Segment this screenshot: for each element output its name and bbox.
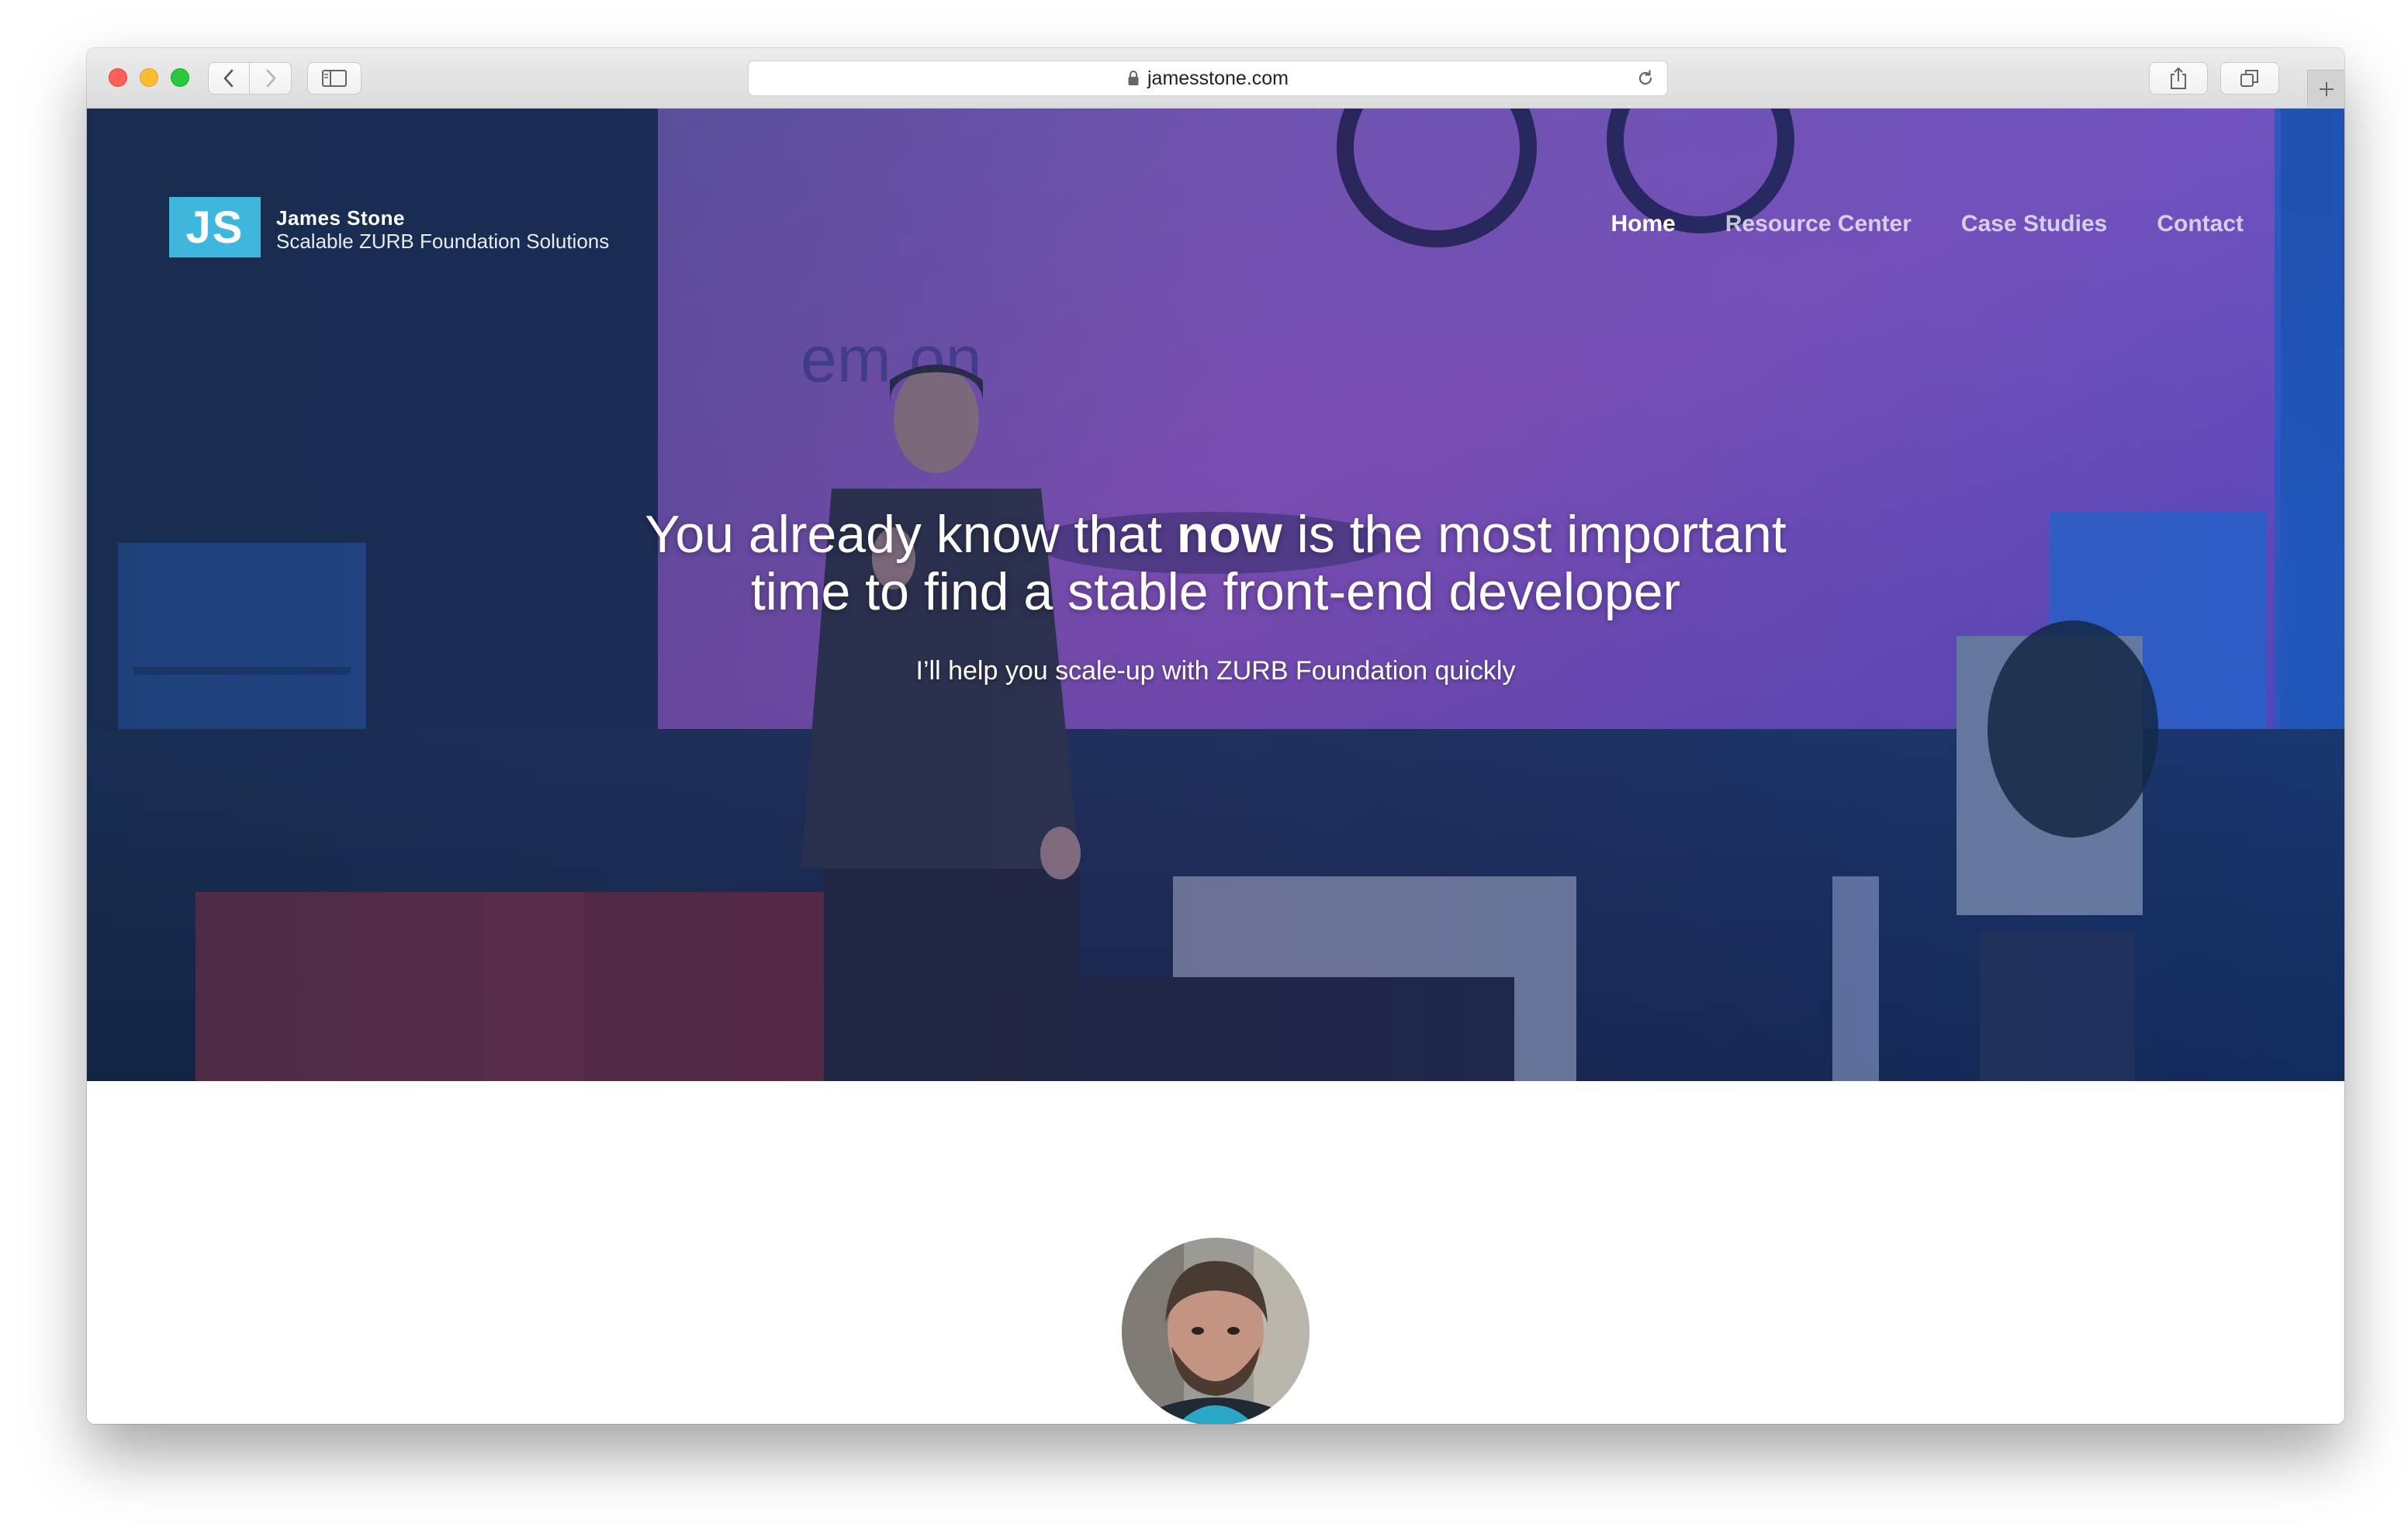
tabs-icon [2240,70,2258,87]
share-icon [2171,67,2186,89]
nav-item-home[interactable]: Home [1611,211,1675,237]
hero-subheadline: I’ll help you scale-up with ZURB Foundat… [915,656,1516,686]
sidebar-toggle-button[interactable] [307,62,362,95]
minimize-window-button[interactable] [140,68,158,87]
plus-icon [2319,81,2334,96]
new-tab-button[interactable] [2307,70,2344,107]
reload-icon[interactable] [1635,67,1656,89]
logo-initials: JS [185,202,244,253]
url-text: jamesstone.com [1147,67,1289,89]
nav-item-contact[interactable]: Contact [2157,211,2244,237]
browser-toolbar: jamesstone.com [87,48,2344,109]
site-logo[interactable]: JS [169,197,261,257]
nav-item-resource-center[interactable]: Resource Center [1725,211,1912,237]
site-branding[interactable]: James Stone Scalable ZURB Foundation Sol… [276,206,609,253]
sidebar-icon [322,70,347,87]
chevron-right-icon [266,69,275,88]
main-navigation: Home Resource Center Case Studies Contac… [1611,211,2244,237]
hero-headline: You already know that now is the most im… [87,506,2344,620]
share-button[interactable] [2149,62,2208,95]
web-page: em on [87,109,2344,1424]
headline-text-start: You already know that [645,505,1177,564]
close-window-button[interactable] [109,68,127,87]
profile-avatar [1122,1238,1310,1424]
address-bar[interactable]: jamesstone.com [748,60,1668,96]
tab-overview-button[interactable] [2220,62,2279,95]
chevron-left-icon [223,69,234,88]
zoom-window-button[interactable] [171,68,189,87]
site-name: James Stone [276,206,405,230]
headline-emphasis: now [1176,505,1282,564]
hero-section: em on [87,109,2344,1081]
back-button[interactable] [208,62,250,95]
lock-icon [1127,70,1140,87]
browser-window: jamesstone.com JS James Stone Scalable Z… [87,48,2344,1424]
nav-item-case-studies[interactable]: Case Studies [1961,211,2107,237]
headline-line-two: time to find a stable front-end develope… [750,562,1681,621]
forward-button[interactable] [250,62,292,95]
site-tagline: Scalable ZURB Foundation Solutions [276,230,610,253]
headline-text-end: is the most important [1282,505,1787,564]
